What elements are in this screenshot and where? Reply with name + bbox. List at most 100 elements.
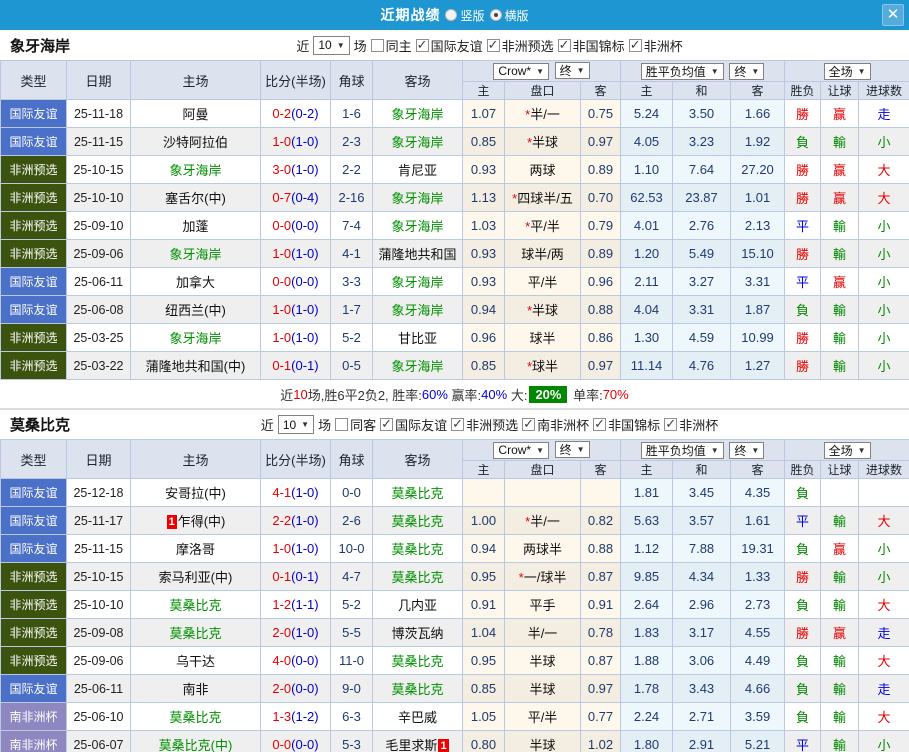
- corner-count: 9-0: [331, 675, 373, 703]
- same-venue-checkbox[interactable]: 同客: [335, 415, 376, 434]
- avg-lose-odds: 19.31: [731, 535, 785, 563]
- scope-select[interactable]: 全场▼: [824, 63, 871, 80]
- team-name-text: 甘比亚: [398, 331, 437, 346]
- result-goals: 小: [859, 268, 909, 296]
- table-row: 非洲预选25-09-06乌干达4-0(0-0)11-0莫桑比克0.95半球0.8…: [1, 647, 909, 675]
- handicap-line: 平/半: [505, 703, 581, 731]
- result-handicap: 輸: [821, 240, 859, 268]
- avg-lose-odds: 4.49: [731, 647, 785, 675]
- result-wdl: 勝: [785, 352, 821, 380]
- result-goals: 小: [859, 535, 909, 563]
- competition-checkbox-4[interactable]: 非洲杯: [664, 415, 718, 434]
- close-icon[interactable]: ✕: [882, 4, 904, 26]
- home-team: 象牙海岸: [131, 240, 261, 268]
- handicap-line: 球半: [505, 324, 581, 352]
- result-goals: 小: [859, 563, 909, 591]
- summary-part: 大:: [507, 385, 527, 404]
- bookmaker-select[interactable]: Crow*▼: [493, 63, 549, 80]
- odds-stage-select[interactable]: 终▼: [555, 441, 590, 458]
- avg-select[interactable]: 胜平负均值▼: [641, 442, 724, 459]
- avg-lose-odds: 3.31: [731, 268, 785, 296]
- avg-lose-odds: 1.66: [731, 100, 785, 128]
- handicap-away-odds: 1.02: [581, 731, 621, 752]
- match-date: 25-09-06: [67, 240, 131, 268]
- rank-badge: 1: [167, 515, 177, 529]
- checkbox-icon: [593, 418, 606, 431]
- result-handicap: 輸: [821, 647, 859, 675]
- avg-lose-odds: 2.73: [731, 591, 785, 619]
- away-team: 莫桑比克: [373, 647, 463, 675]
- result-goals: 小: [859, 128, 909, 156]
- half-time-score: (1-0): [291, 134, 318, 149]
- checkbox-label: 非洲预选: [502, 36, 554, 55]
- sub-wdl: 胜负: [785, 82, 821, 100]
- recent-count-select[interactable]: 10▼: [278, 415, 314, 434]
- handicap-line: *球半: [505, 352, 581, 380]
- handicap-home-odds: 0.93: [463, 240, 505, 268]
- chevron-down-icon: ▼: [858, 446, 866, 455]
- result-goals: 小: [859, 324, 909, 352]
- full-time-score: 0-7: [272, 190, 291, 205]
- team-name-text: 辛巴威: [398, 710, 437, 725]
- competition-checkbox-3[interactable]: 非洲杯: [629, 36, 683, 55]
- sub-avg-lose: 客: [731, 461, 785, 479]
- handicap-home-odds: 1.07: [463, 100, 505, 128]
- col-corner: 角球: [331, 61, 373, 100]
- away-team: 莫桑比克: [373, 675, 463, 703]
- score-cell: 4-0(0-0): [261, 647, 331, 675]
- title-group: 近期战绩 竖版 横版: [380, 5, 528, 25]
- result-handicap: 輸: [821, 212, 859, 240]
- avg-win-odds: 11.14: [621, 352, 673, 380]
- team-name-text: 沙特阿拉伯: [163, 135, 228, 150]
- competition-checkbox-0[interactable]: 国际友谊: [380, 415, 447, 434]
- result-group-header: 全场▼: [785, 440, 909, 461]
- half-time-score: (0-0): [291, 681, 318, 696]
- half-time-score: (0-4): [291, 190, 318, 205]
- team-name-text: 莫桑比克: [169, 598, 221, 613]
- layout-radio-horizontal[interactable]: 横版: [490, 7, 529, 24]
- competition-checkbox-2[interactable]: 非国锦标: [558, 36, 625, 55]
- avg-lose-odds: 4.55: [731, 619, 785, 647]
- competition-checkbox-2[interactable]: 南非洲杯: [522, 415, 589, 434]
- avg-stage-select[interactable]: 终▼: [729, 63, 764, 80]
- match-date: 25-12-18: [67, 479, 131, 507]
- avg-select[interactable]: 胜平负均值▼: [641, 63, 724, 80]
- bookmaker-select[interactable]: Crow*▼: [493, 442, 549, 459]
- competition-checkbox-1[interactable]: 非洲预选: [487, 36, 554, 55]
- table-row: 国际友谊25-06-11加拿大0-0(0-0)3-3象牙海岸0.93平/半0.9…: [1, 268, 909, 296]
- avg-stage-select[interactable]: 终▼: [729, 442, 764, 459]
- sub-handicap-result: 让球: [821, 461, 859, 479]
- away-team: 莫桑比克: [373, 563, 463, 591]
- result-wdl: 平: [785, 268, 821, 296]
- chevron-down-icon: ▼: [301, 420, 309, 429]
- half-time-score: (0-1): [291, 569, 318, 584]
- competition-checkbox-3[interactable]: 非国锦标: [593, 415, 660, 434]
- score-cell: 2-0(0-0): [261, 675, 331, 703]
- same-venue-checkbox[interactable]: 同主: [371, 36, 412, 55]
- home-team: 莫桑比克: [131, 703, 261, 731]
- away-team: 象牙海岸: [373, 184, 463, 212]
- competition-checkbox-0[interactable]: 国际友谊: [416, 36, 483, 55]
- scope-select[interactable]: 全场▼: [824, 442, 871, 459]
- avg-win-odds: 4.05: [621, 128, 673, 156]
- result-wdl: 負: [785, 591, 821, 619]
- full-time-score: 1-0: [272, 134, 291, 149]
- avg-lose-odds: 1.87: [731, 296, 785, 324]
- layout-radio-vertical[interactable]: 竖版: [445, 7, 484, 24]
- competition-checkbox-1[interactable]: 非洲预选: [451, 415, 518, 434]
- sub-handicap: 盘口: [505, 461, 581, 479]
- recent-count-select[interactable]: 10▼: [313, 36, 349, 55]
- checkbox-icon: [558, 39, 571, 52]
- result-wdl: 負: [785, 703, 821, 731]
- checkbox-icon: [629, 39, 642, 52]
- corner-count: 2-6: [331, 507, 373, 535]
- line-text: 球半: [532, 359, 558, 374]
- corner-count: 4-1: [331, 240, 373, 268]
- half-time-score: (1-2): [291, 709, 318, 724]
- home-team: 加拿大: [131, 268, 261, 296]
- corner-count: 11-0: [331, 647, 373, 675]
- avg-draw-odds: 4.59: [673, 324, 731, 352]
- odds-stage-select[interactable]: 终▼: [555, 62, 590, 79]
- col-type: 类型: [1, 440, 67, 479]
- result-handicap: 赢: [821, 535, 859, 563]
